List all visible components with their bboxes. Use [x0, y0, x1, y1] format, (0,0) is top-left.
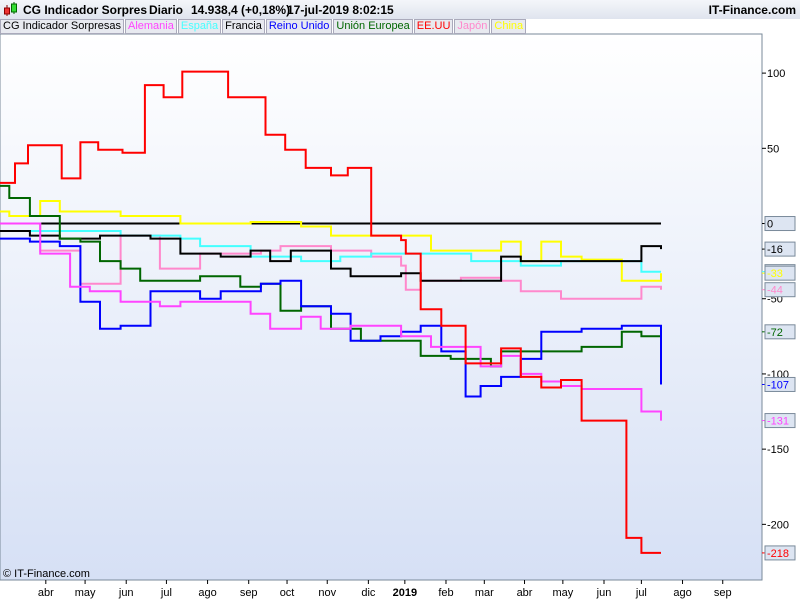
- copyright: © IT-Finance.com: [3, 568, 90, 580]
- x-tick-label: dic: [361, 587, 376, 599]
- x-tick-label: abr: [517, 587, 533, 599]
- last-value-text: -44: [767, 285, 783, 297]
- last-value-label: -33: [764, 265, 796, 281]
- x-tick-label: jul: [635, 587, 647, 599]
- legend: CG Indicador Sorpresas Alemania España Fran…: [0, 19, 527, 34]
- y-tick-label: 100: [767, 68, 785, 80]
- x-tick-label: jun: [596, 587, 612, 599]
- last-value-label: -218: [764, 545, 796, 561]
- chart-title: CG Indicador Sorpres: [23, 3, 148, 17]
- legend-item[interactable]: EE.UU: [413, 19, 454, 34]
- x-tick-label: jul: [160, 587, 172, 599]
- datetime: 17-jul-2019 8:02:15: [287, 3, 394, 17]
- last-value-text: -131: [767, 416, 789, 428]
- y-tick-label: -150: [767, 444, 789, 456]
- legend-item[interactable]: Japón: [454, 19, 491, 34]
- x-tick-label: may: [552, 587, 573, 599]
- x-tick-label: sep: [714, 587, 732, 599]
- last-value-text: -33: [767, 268, 783, 280]
- last-value-text: -72: [767, 327, 783, 339]
- last-value-text: -107: [767, 379, 789, 391]
- candlestick-icon: [4, 2, 17, 16]
- last-value-label: -44: [764, 282, 796, 298]
- x-tick-label: mar: [475, 587, 494, 599]
- site-name: IT-Finance.com: [708, 3, 796, 17]
- y-tick-label: 50: [767, 143, 779, 155]
- legend-item[interactable]: China: [491, 19, 527, 34]
- x-tick-label: ago: [198, 587, 216, 599]
- x-tick-label: sep: [240, 587, 258, 599]
- last-value-text: -218: [767, 548, 789, 560]
- x-tick-label: ago: [673, 587, 691, 599]
- chart-area: 100500-50-100-150-200 abrmayjunjulagosep…: [0, 33, 796, 599]
- last-value-label: -72: [764, 324, 796, 340]
- title-bar: CG Indicador Sorpres Diario 14.938,4 (+0…: [0, 0, 800, 19]
- plot-background: [0, 33, 763, 581]
- x-tick-label: may: [75, 587, 96, 599]
- x-tick-label: oct: [280, 587, 295, 599]
- last-value-text: -16: [767, 244, 783, 256]
- last-value-label: -131: [764, 413, 796, 429]
- legend-item[interactable]: CG Indicador Sorpresas: [0, 19, 124, 34]
- legend-item[interactable]: Francia: [222, 19, 265, 34]
- last-value-label: -107: [764, 376, 796, 392]
- last-value: 14.938,4 (+0,18%): [191, 3, 291, 17]
- x-tick-label: jun: [118, 587, 134, 599]
- period: Diario: [149, 3, 184, 17]
- x-tick-label: nov: [318, 587, 336, 599]
- legend-item[interactable]: Reino Unido: [265, 19, 333, 34]
- last-value-label: 0: [764, 216, 796, 232]
- x-tick-label: 2019: [393, 587, 417, 599]
- legend-item[interactable]: Alemania: [125, 19, 177, 34]
- x-tick-label: feb: [438, 587, 453, 599]
- legend-item[interactable]: Unión Europea: [333, 19, 413, 34]
- legend-item[interactable]: España: [177, 19, 222, 34]
- y-tick-label: -200: [767, 519, 789, 531]
- last-value-text: 0: [767, 219, 773, 231]
- last-value-label: -16: [764, 241, 796, 257]
- x-tick-label: abr: [38, 587, 54, 599]
